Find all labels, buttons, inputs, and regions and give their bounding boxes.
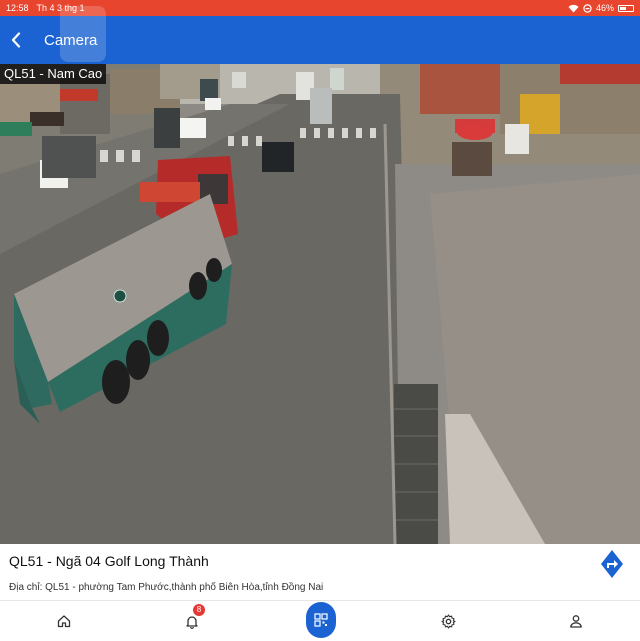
- nav-settings[interactable]: [428, 601, 468, 641]
- status-time: 12:58: [6, 3, 29, 13]
- touch-ripple: [60, 6, 106, 62]
- notification-badge: 8: [193, 604, 205, 616]
- nav-profile[interactable]: [556, 601, 596, 641]
- camera-name: QL51 - Ngã 04 Golf Long Thành: [9, 553, 209, 569]
- camera-address: Địa chỉ: QL51 - phường Tam Phước,thành p…: [9, 582, 324, 593]
- gear-icon: [440, 613, 456, 629]
- camera-overlay-label: QL51 - Nam Cao: [0, 64, 107, 84]
- camera-feed[interactable]: QL51 - Nam Cao: [0, 64, 640, 544]
- camera-info-panel: QL51 - Ngã 04 Golf Long Thành Địa chỉ: Q…: [0, 544, 640, 600]
- battery-level: [620, 6, 626, 10]
- chevron-left-icon: [11, 32, 21, 48]
- dnd-icon: [583, 3, 592, 13]
- home-icon: [57, 615, 71, 628]
- directions-icon: [601, 550, 623, 578]
- traffic-scene-image: [0, 64, 640, 544]
- directions-button[interactable]: [599, 548, 625, 580]
- wifi-icon: [568, 4, 579, 13]
- user-icon: [570, 615, 582, 628]
- battery-percent: 46%: [595, 3, 614, 13]
- battery-icon: [618, 4, 634, 12]
- back-button[interactable]: [0, 16, 32, 64]
- nav-notifications[interactable]: [172, 601, 212, 641]
- qr-code-icon: [314, 613, 328, 627]
- nav-home[interactable]: [44, 601, 84, 641]
- qr-scan-button[interactable]: [306, 602, 336, 638]
